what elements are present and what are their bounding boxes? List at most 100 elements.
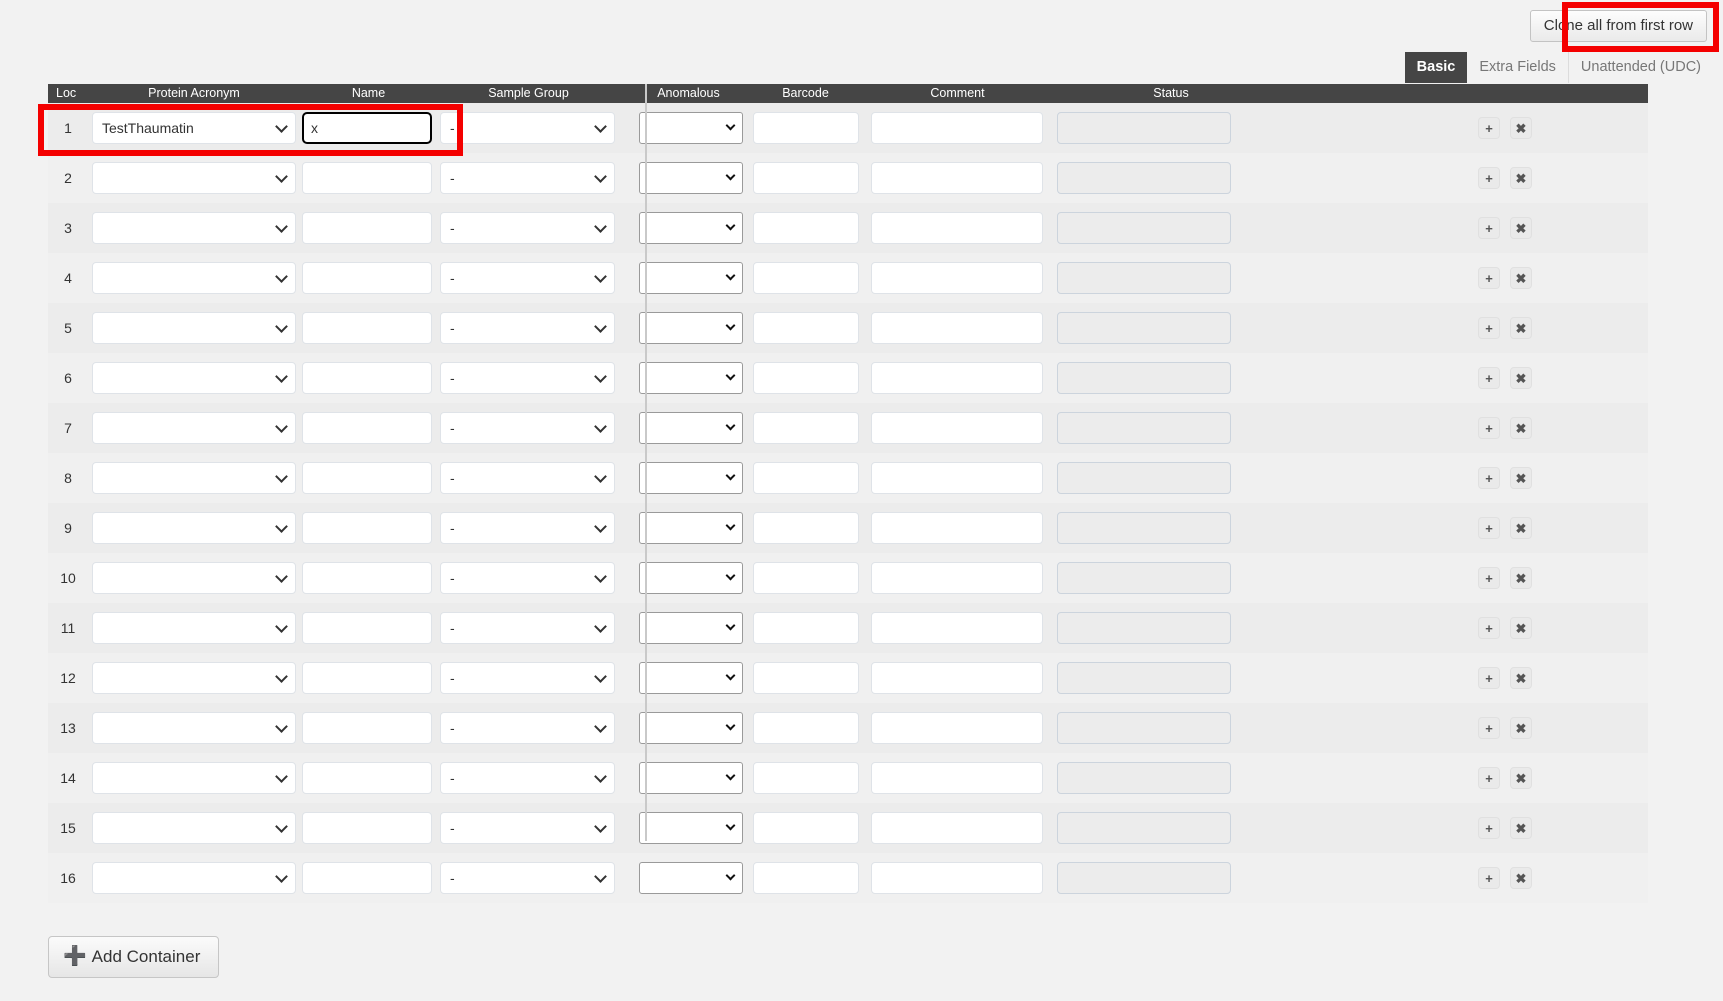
sample-group-select[interactable]: -: [440, 662, 615, 694]
remove-row-button[interactable]: ✖: [1510, 717, 1532, 739]
remove-row-button[interactable]: ✖: [1510, 817, 1532, 839]
anomalous-select[interactable]: [639, 612, 743, 644]
remove-row-button[interactable]: ✖: [1510, 217, 1532, 239]
protein-acronym-select[interactable]: [92, 812, 296, 844]
protein-acronym-select[interactable]: [92, 412, 296, 444]
name-input[interactable]: [302, 462, 432, 494]
sample-group-select[interactable]: -: [440, 462, 615, 494]
barcode-input[interactable]: [753, 812, 859, 844]
barcode-input[interactable]: [753, 412, 859, 444]
add-row-button[interactable]: +: [1478, 817, 1500, 839]
add-row-button[interactable]: +: [1478, 217, 1500, 239]
remove-row-button[interactable]: ✖: [1510, 317, 1532, 339]
sample-group-select[interactable]: -: [440, 512, 615, 544]
protein-acronym-select[interactable]: [92, 462, 296, 494]
add-row-button[interactable]: +: [1478, 367, 1500, 389]
anomalous-select[interactable]: [639, 862, 743, 894]
protein-acronym-select[interactable]: [92, 362, 296, 394]
add-row-button[interactable]: +: [1478, 267, 1500, 289]
comment-input[interactable]: [871, 162, 1043, 194]
add-row-button[interactable]: +: [1478, 417, 1500, 439]
add-container-button[interactable]: ➕ Add Container: [48, 936, 219, 978]
remove-row-button[interactable]: ✖: [1510, 567, 1532, 589]
comment-input[interactable]: [871, 712, 1043, 744]
sample-group-select[interactable]: -: [440, 162, 615, 194]
remove-row-button[interactable]: ✖: [1510, 467, 1532, 489]
anomalous-select[interactable]: [639, 312, 743, 344]
name-input[interactable]: [302, 212, 432, 244]
protein-acronym-select[interactable]: [92, 662, 296, 694]
remove-row-button[interactable]: ✖: [1510, 417, 1532, 439]
remove-row-button[interactable]: ✖: [1510, 767, 1532, 789]
sample-group-select[interactable]: -: [440, 212, 615, 244]
tab-extra-fields[interactable]: Extra Fields: [1467, 52, 1569, 84]
barcode-input[interactable]: [753, 512, 859, 544]
name-input[interactable]: [302, 662, 432, 694]
sample-group-select[interactable]: -: [440, 312, 615, 344]
sample-group-select[interactable]: -: [440, 712, 615, 744]
remove-row-button[interactable]: ✖: [1510, 517, 1532, 539]
comment-input[interactable]: [871, 462, 1043, 494]
protein-acronym-select[interactable]: [92, 262, 296, 294]
add-row-button[interactable]: +: [1478, 317, 1500, 339]
protein-acronym-select[interactable]: TestThaumatin: [92, 112, 296, 144]
protein-acronym-select[interactable]: [92, 612, 296, 644]
protein-acronym-select[interactable]: [92, 762, 296, 794]
add-row-button[interactable]: +: [1478, 617, 1500, 639]
remove-row-button[interactable]: ✖: [1510, 117, 1532, 139]
anomalous-select[interactable]: [639, 112, 743, 144]
add-row-button[interactable]: +: [1478, 567, 1500, 589]
barcode-input[interactable]: [753, 562, 859, 594]
protein-acronym-select[interactable]: [92, 862, 296, 894]
comment-input[interactable]: [871, 812, 1043, 844]
barcode-input[interactable]: [753, 112, 859, 144]
anomalous-select[interactable]: [639, 762, 743, 794]
name-input[interactable]: [302, 612, 432, 644]
add-row-button[interactable]: +: [1478, 117, 1500, 139]
name-input[interactable]: [302, 762, 432, 794]
add-row-button[interactable]: +: [1478, 717, 1500, 739]
name-input[interactable]: [302, 362, 432, 394]
name-input[interactable]: [302, 562, 432, 594]
comment-input[interactable]: [871, 212, 1043, 244]
barcode-input[interactable]: [753, 762, 859, 794]
anomalous-select[interactable]: [639, 462, 743, 494]
protein-acronym-select[interactable]: [92, 512, 296, 544]
name-input[interactable]: [302, 812, 432, 844]
name-input[interactable]: [302, 312, 432, 344]
barcode-input[interactable]: [753, 462, 859, 494]
name-input[interactable]: [302, 862, 432, 894]
barcode-input[interactable]: [753, 212, 859, 244]
tab-unattended-udc[interactable]: Unattended (UDC): [1569, 52, 1713, 84]
comment-input[interactable]: [871, 512, 1043, 544]
protein-acronym-select[interactable]: [92, 562, 296, 594]
protein-acronym-select[interactable]: [92, 312, 296, 344]
barcode-input[interactable]: [753, 162, 859, 194]
protein-acronym-select[interactable]: [92, 212, 296, 244]
anomalous-select[interactable]: [639, 412, 743, 444]
comment-input[interactable]: [871, 112, 1043, 144]
anomalous-select[interactable]: [639, 662, 743, 694]
barcode-input[interactable]: [753, 362, 859, 394]
comment-input[interactable]: [871, 762, 1043, 794]
barcode-input[interactable]: [753, 612, 859, 644]
remove-row-button[interactable]: ✖: [1510, 667, 1532, 689]
comment-input[interactable]: [871, 662, 1043, 694]
sample-group-select[interactable]: -: [440, 612, 615, 644]
comment-input[interactable]: [871, 262, 1043, 294]
sample-group-select[interactable]: -: [440, 812, 615, 844]
anomalous-select[interactable]: [639, 812, 743, 844]
comment-input[interactable]: [871, 412, 1043, 444]
sample-group-select[interactable]: -: [440, 362, 615, 394]
remove-row-button[interactable]: ✖: [1510, 367, 1532, 389]
comment-input[interactable]: [871, 312, 1043, 344]
comment-input[interactable]: [871, 862, 1043, 894]
name-input[interactable]: [302, 262, 432, 294]
remove-row-button[interactable]: ✖: [1510, 867, 1532, 889]
add-row-button[interactable]: +: [1478, 517, 1500, 539]
barcode-input[interactable]: [753, 262, 859, 294]
anomalous-select[interactable]: [639, 562, 743, 594]
name-input[interactable]: [302, 162, 432, 194]
sample-group-select[interactable]: -: [440, 762, 615, 794]
sample-group-select[interactable]: -: [440, 112, 615, 144]
